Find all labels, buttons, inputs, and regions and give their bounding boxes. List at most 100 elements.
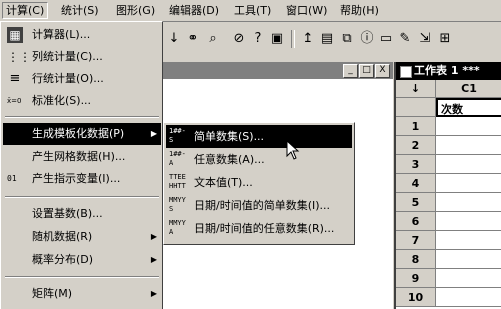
export-icon[interactable]: ⇲ [417,31,433,47]
submenu-arrow-icon: ▶ [150,129,157,138]
datetime-arbitrary-icon: MMYY A [169,219,191,238]
toolbar: ↓ ⚭ ⌕ ⊘ ? ▣ ↥ ▤ ⧉ ⓘ ▭ ✎ ⇲ ⊞ [163,22,501,62]
submenu-arrow-icon: ▶ [150,255,157,264]
menu-stat[interactable]: 统计(S) [58,3,102,18]
icon-text-bottom: A [169,159,174,167]
menu-calc[interactable]: 计算(C) [2,2,49,19]
data-cell[interactable] [436,193,501,212]
data-cell[interactable] [436,136,501,155]
menu-item-set-base[interactable]: 设置基数(B)... [3,203,161,225]
data-cell[interactable] [436,269,501,288]
arbitrary-numbers-icon: 1##- A [169,150,191,169]
menu-help[interactable]: 帮助(H) [337,3,382,18]
data-cell[interactable] [436,117,501,136]
help-icon[interactable]: ? [250,31,266,47]
menu-item-label: 概率分布(D) [32,253,94,266]
row-header[interactable]: 1 [396,117,436,136]
menu-window[interactable]: 窗口(W) [283,3,330,18]
standardize-icon: x̄=0 [7,97,22,105]
arrow-down-icon[interactable]: ↓ [166,31,182,47]
submenu-item-label: 简单数集(S)... [194,130,265,143]
close-button[interactable]: X [375,64,390,78]
icon-text-top: TTEE [169,173,186,181]
row-header[interactable]: 4 [396,174,436,193]
document-icon[interactable]: ▭ [378,31,394,47]
data-cell[interactable] [436,155,501,174]
menu-editor[interactable]: 编辑器(D) [166,3,222,18]
row-header[interactable]: 5 [396,193,436,212]
row-header[interactable]: 2 [396,136,436,155]
submenu-item-text-values[interactable]: TTEE HHTT 文本值(T)... [166,171,352,194]
document-title-bar: _ □ X [163,62,393,79]
cancel-icon[interactable]: ⊘ [231,31,247,47]
submenu-item-simple-datetime-set[interactable]: MMYY S 日期/时间值的简单数集(I)... [166,194,352,217]
submenu-item-label: 日期/时间值的简单数集(I)... [194,199,331,212]
icon-text-bottom: A [169,228,174,236]
menu-item-probability-distributions[interactable]: 概率分布(D) ▶ [3,249,161,271]
row-header[interactable]: 3 [396,155,436,174]
menu-bar: 计算(C) 统计(S) 图形(G) 编辑器(D) 工具(T) 窗口(W) 帮助(… [0,0,501,22]
icon-text-top: 1##- [169,127,186,135]
icon-text-bottom: HHTT [169,182,186,190]
row-header[interactable]: 10 [396,288,436,307]
book-icon[interactable]: ▣ [269,31,285,47]
window-icon[interactable]: ▤ [319,31,335,47]
menu-item-column-stats[interactable]: ⋮⋮ 列统计量(C)... [3,46,161,68]
worksheet-corner-cell[interactable]: ↓ [396,80,436,98]
data-cell[interactable] [436,174,501,193]
icon-text-bottom: S [169,136,174,144]
submenu-item-simple-set-of-numbers[interactable]: 1##- S 简单数集(S)... [166,125,352,148]
menu-separator [5,276,159,278]
row-header[interactable]: 8 [396,250,436,269]
info-icon[interactable]: ⓘ [359,31,375,47]
data-cell[interactable] [436,250,501,269]
menu-item-make-mesh-data[interactable]: 产生网格数据(H)... [3,146,161,168]
find-icon[interactable]: ⌕ [205,31,221,47]
column-header-c1[interactable]: C1 [436,80,501,98]
maximize-button[interactable]: □ [359,64,374,78]
document-edit-icon[interactable]: ✎ [397,31,413,47]
row-stats-icon: ≡ [9,71,21,86]
mouse-cursor-icon [286,140,300,160]
icon-text-bottom: S [169,205,174,213]
data-cell[interactable] [436,231,501,250]
simple-numbers-icon: 1##- S [169,127,191,146]
submenu-item-label: 日期/时间值的任意数集(R)... [194,222,335,235]
submenu-arrow-icon: ▶ [150,232,157,241]
row-header[interactable]: 7 [396,231,436,250]
binoculars-icon[interactable]: ⚭ [185,31,201,47]
menu-item-random-data[interactable]: 随机数据(R) ▶ [3,226,161,248]
data-cell[interactable] [436,212,501,231]
worksheet-window: 工作表 1 *** ↓ C1 次数 1 2 3 4 5 6 7 8 9 10 [394,62,501,309]
grid-icon[interactable]: ⊞ [437,31,453,47]
menu-item-row-stats[interactable]: ≡ 行统计量(O)... [3,68,161,90]
menu-item-label: 矩阵(M) [32,287,73,300]
menu-item-make-indicator-variables[interactable]: 01 产生指示变量(I)... [3,168,161,190]
indicator-icon: 01 [7,174,17,183]
menu-item-label: 标准化(S)... [32,94,92,107]
submenu-item-arbitrary-set-of-numbers[interactable]: 1##- A 任意数集(A)... [166,148,352,171]
calc-menu-dropdown: ▦ 计算器(L)... ⋮⋮ 列统计量(C)... ≡ 行统计量(O)... x… [0,21,163,309]
text-values-icon: TTEE HHTT [169,173,191,192]
menu-item-matrices[interactable]: 矩阵(M) ▶ [3,283,161,305]
minimize-button[interactable]: _ [343,64,358,78]
menu-item-label: 生成模板化数据(P) [32,127,125,140]
submenu-item-label: 任意数集(A)... [194,153,265,166]
menu-item-label: 随机数据(R) [32,230,93,243]
menu-item-standardize[interactable]: x̄=0 标准化(S)... [3,90,161,112]
icon-text-top: MMYY [169,219,186,227]
row-header[interactable]: 9 [396,269,436,288]
column-name-cell[interactable]: 次数 [436,98,501,117]
data-cell[interactable] [436,288,501,307]
worksheet-title-bar: 工作表 1 *** [396,62,501,80]
menu-separator [5,196,159,198]
row-header[interactable]: 6 [396,212,436,231]
menu-graph[interactable]: 图形(G) [113,3,158,18]
menu-item-make-patterned-data[interactable]: 生成模板化数据(P) ▶ [3,123,161,145]
datetime-simple-icon: MMYY S [169,196,191,215]
window-stack-icon[interactable]: ⧉ [339,31,355,47]
cursor-icon[interactable]: ↥ [300,31,316,47]
menu-item-calculator[interactable]: ▦ 计算器(L)... [3,24,161,46]
menu-tools[interactable]: 工具(T) [231,3,274,18]
submenu-item-arbitrary-datetime-set[interactable]: MMYY A 日期/时间值的任意数集(R)... [166,217,352,240]
